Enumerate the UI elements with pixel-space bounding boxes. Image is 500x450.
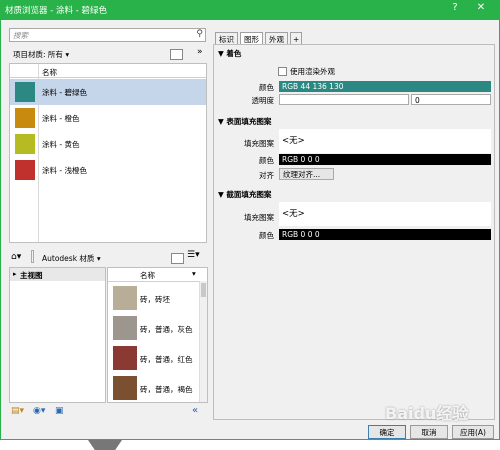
- library-manage-icon[interactable]: ▤▾: [11, 406, 24, 416]
- material-name: 涂料 - 浅橙色: [42, 166, 87, 175]
- filter-label: 项目材质: 所有: [13, 50, 63, 59]
- arrow-shape: [88, 440, 122, 450]
- search-placeholder: 搜索: [13, 31, 28, 40]
- home-icon[interactable]: ⌂▾: [11, 252, 21, 262]
- expand-icon[interactable]: »: [197, 47, 203, 57]
- library-view-icon[interactable]: [171, 253, 184, 264]
- cut-fill-label: 填充图案: [244, 213, 274, 222]
- cut-color-swatch[interactable]: RGB 0 0 0: [279, 229, 491, 240]
- color-label: 颜色: [259, 83, 274, 92]
- cut-color-label: 颜色: [259, 231, 274, 240]
- material-list-item[interactable]: 涂料 - 橙色: [10, 105, 206, 131]
- filter-dropdown[interactable]: 项目材质: 所有 ▾: [13, 49, 69, 60]
- surface-color-label: 颜色: [259, 156, 274, 165]
- material-name: 涂料 - 黄色: [42, 140, 80, 149]
- material-thumbnail: [113, 346, 137, 370]
- transparency-label: 透明度: [251, 96, 275, 105]
- library-item[interactable]: 砖，普通，灰色: [108, 314, 200, 344]
- material-thumbnail: [113, 376, 137, 400]
- watermark: Baidu经验: [385, 404, 469, 423]
- use-render-checkbox[interactable]: [278, 67, 287, 76]
- filter-bar: 项目材质: 所有 ▾ »: [9, 47, 208, 61]
- search-icon: ⚲: [196, 29, 203, 39]
- shading-section-title[interactable]: ▼ 着色: [218, 48, 241, 59]
- library-tree: ▸ 主视图: [9, 267, 106, 403]
- surface-color-swatch[interactable]: RGB 0 0 0: [279, 154, 491, 165]
- bottom-toolbar: ▤▾ ◉▾ ▣ «: [9, 405, 208, 419]
- title-bar: 材质浏览器 - 涂料 - 碧绿色 ? ✕: [0, 0, 500, 20]
- sort-icon[interactable]: ▾: [192, 269, 196, 278]
- color-swatch[interactable]: RGB 44 136 130: [279, 81, 491, 92]
- cut-fill-pattern[interactable]: <无>: [279, 202, 491, 226]
- material-swatch: [15, 82, 35, 102]
- search-input[interactable]: 搜索 ⚲: [9, 28, 206, 42]
- grid-header-name: 名称: [140, 271, 155, 280]
- shading-title-text: 着色: [226, 49, 242, 58]
- scroll-thumb[interactable]: [201, 283, 206, 297]
- surface-fill-label: 填充图案: [244, 139, 274, 148]
- material-thumbnail: [113, 286, 137, 310]
- scrollbar[interactable]: [199, 281, 207, 402]
- page-below: [0, 440, 500, 450]
- tree-root[interactable]: ▸ 主视图: [10, 268, 105, 281]
- library-material-grid: 名称 ▾ 砖，砖坯砖，普通，灰色砖，普通，红色砖，普通，褐色砖，普通，: [107, 267, 208, 403]
- list-header-name: 名称: [42, 68, 57, 77]
- library-item-name: 砖，普通，褐色: [140, 385, 193, 394]
- view-toggle-icon[interactable]: [170, 49, 183, 60]
- expand-arrow-icon[interactable]: ▸: [13, 270, 17, 278]
- material-list-item[interactable]: 涂料 - 浅橙色: [10, 157, 206, 183]
- library-item-name: 砖，普通，红色: [140, 355, 193, 364]
- use-render-label: 使用渲染外观: [290, 67, 335, 76]
- library-bar: ⌂▾ Autodesk 材质 ▾ ☰▾: [9, 249, 208, 265]
- library-item[interactable]: 砖，砖坯: [108, 284, 200, 314]
- create-material-icon[interactable]: ◉▾: [33, 406, 45, 416]
- material-thumbnail: [113, 316, 137, 340]
- ok-button[interactable]: 确定: [368, 425, 406, 439]
- transparency-slider[interactable]: [279, 94, 409, 105]
- library-item-name: 砖，砖坯: [140, 295, 170, 304]
- list-header: 名称: [10, 64, 206, 78]
- material-swatch: [15, 134, 35, 154]
- surface-fill-pattern[interactable]: <无>: [279, 129, 491, 153]
- properties-pane: ▼ 着色 使用渲染外观 颜色 RGB 44 136 130 透明度 0 ▼ 表面…: [213, 44, 495, 420]
- tree-root-label: 主视图: [20, 271, 43, 280]
- grid-header: 名称 ▾: [108, 268, 207, 282]
- material-list-item[interactable]: 涂料 - 黄色: [10, 131, 206, 157]
- surface-section-title[interactable]: ▼ 表面填充图案: [218, 116, 271, 127]
- surface-title-text: 表面填充图案: [226, 117, 272, 126]
- window-title: 材质浏览器 - 涂料 - 碧绿色: [5, 6, 107, 16]
- collapse-icon[interactable]: «: [192, 405, 198, 416]
- transparency-value[interactable]: 0: [411, 94, 491, 105]
- list-view-icon[interactable]: ☰▾: [187, 250, 200, 260]
- chevron-down-icon: ▾: [96, 254, 101, 263]
- editor-icon[interactable]: ▣: [55, 406, 64, 416]
- material-name: 涂料 - 碧绿色: [42, 88, 87, 97]
- library-name: Autodesk 材质: [42, 254, 95, 263]
- cancel-button[interactable]: 取消: [410, 425, 448, 439]
- apply-button[interactable]: 应用(A): [452, 425, 494, 439]
- material-name: 涂料 - 橙色: [42, 114, 80, 123]
- texture-align-button[interactable]: 纹理对齐...: [279, 168, 334, 180]
- help-button[interactable]: ?: [444, 2, 466, 13]
- material-swatch: [15, 160, 35, 180]
- divider: [31, 250, 34, 263]
- project-material-list: 名称 涂料 - 碧绿色 涂料 - 橙色 涂料 - 黄色 涂料 - 浅橙色: [9, 63, 207, 243]
- library-item[interactable]: 砖，普通，褐色: [108, 374, 200, 402]
- align-label: 对齐: [259, 171, 274, 180]
- cut-section-title[interactable]: ▼ 截面填充图案: [218, 189, 271, 200]
- material-swatch: [15, 108, 35, 128]
- material-list-item[interactable]: 涂料 - 碧绿色: [10, 79, 206, 105]
- library-item[interactable]: 砖，普通，红色: [108, 344, 200, 374]
- cut-title-text: 截面填充图案: [226, 190, 272, 199]
- close-button[interactable]: ✕: [470, 2, 492, 13]
- library-item-name: 砖，普通，灰色: [140, 325, 193, 334]
- library-dropdown[interactable]: Autodesk 材质 ▾: [42, 253, 101, 264]
- chevron-down-icon: ▾: [65, 50, 70, 59]
